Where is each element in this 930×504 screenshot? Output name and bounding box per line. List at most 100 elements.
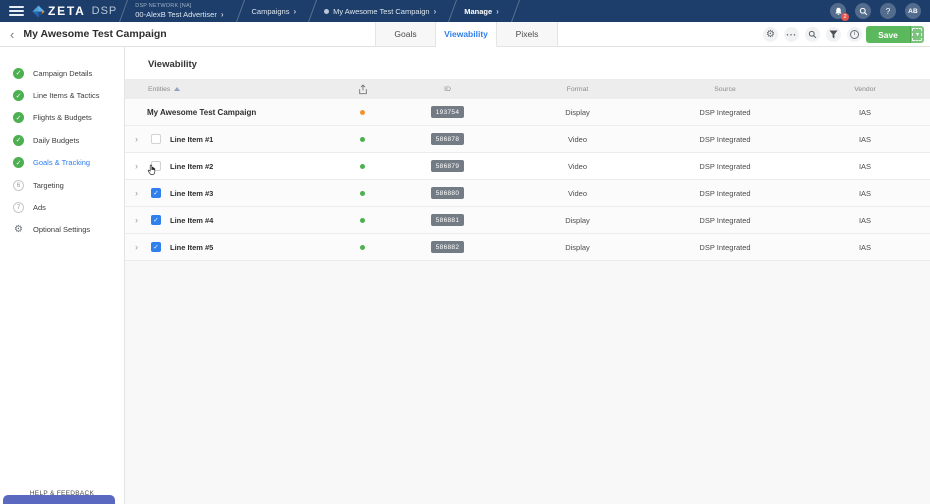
entities-cell: › Line Item #3 (125, 188, 335, 198)
chevron-right-icon: › (496, 7, 499, 16)
chevron-right-icon: › (434, 7, 437, 16)
sidebar-item-label: Line Items & Tactics (33, 91, 100, 100)
settings-button[interactable]: ⚙ (763, 27, 778, 42)
sidebar: Campaign Details Line Items & Tactics Fl… (0, 47, 125, 504)
funnel-icon (829, 30, 838, 39)
table-row[interactable]: › My Awesome Test Campaign 193754 Displa… (125, 99, 930, 126)
breadcrumb-item[interactable]: My Awesome Test Campaign › (312, 0, 452, 22)
table-row[interactable]: › Line Item #4 586881 Display DSP Integr… (125, 207, 930, 234)
id-cell: 586878 (390, 133, 505, 145)
format-cell: Display (505, 243, 650, 252)
entity-name: My Awesome Test Campaign (147, 108, 256, 117)
info-button[interactable]: i (847, 27, 862, 42)
id-badge: 586879 (431, 160, 465, 172)
row-expand-chevron-icon[interactable]: › (135, 134, 144, 144)
sidebar-item[interactable]: 7 Ads (0, 196, 124, 218)
sidebar-item[interactable]: Optional Settings (0, 219, 124, 241)
step-status-icon (13, 224, 24, 235)
topbar-actions: 2 ? AB (830, 3, 930, 19)
status-cell (335, 245, 390, 250)
back-button[interactable]: ‹ (10, 28, 14, 41)
row-checkbox[interactable] (151, 134, 161, 144)
sidebar-item[interactable]: Campaign Details (0, 62, 124, 84)
column-header-source: Source (650, 86, 800, 93)
entity-name: Line Item #4 (170, 216, 213, 225)
sidebar-item[interactable]: 6 Targeting (0, 174, 124, 196)
search-button[interactable] (855, 3, 871, 19)
table-row[interactable]: › Line Item #3 586880 Video DSP Integrat… (125, 180, 930, 207)
sidebar-item[interactable]: Flights & Budgets (0, 107, 124, 129)
entity-name: Line Item #2 (170, 162, 213, 171)
status-dot (360, 218, 365, 223)
table-row[interactable]: › Line Item #5 586882 Display DSP Integr… (125, 234, 930, 261)
table-row[interactable]: › Line Item #2 586879 Video DSP Integrat… (125, 153, 930, 180)
filter-button[interactable] (826, 27, 841, 42)
breadcrumb-network-label: DSP NETWORK [NA] (135, 3, 223, 10)
tab[interactable]: Viewability (436, 22, 497, 47)
source-cell: DSP Integrated (650, 162, 800, 171)
status-cell (335, 110, 390, 115)
row-expand-chevron-icon[interactable]: › (135, 215, 144, 225)
table-row[interactable]: › Line Item #1 586878 Video DSP Integrat… (125, 126, 930, 153)
sidebar-steps: Campaign Details Line Items & Tactics Fl… (0, 47, 124, 241)
breadcrumb-item[interactable]: Campaigns › (240, 0, 313, 22)
format-cell: Display (505, 108, 650, 117)
feedback-toast[interactable] (3, 495, 115, 504)
app-window: ZETA DSP DSP NETWORK [NA] 00-AlexB Test … (0, 0, 930, 504)
row-expand-chevron-icon[interactable]: › (135, 188, 144, 198)
search-table-button[interactable] (805, 27, 820, 42)
user-avatar[interactable]: AB (905, 3, 921, 19)
row-expand-chevron-icon[interactable]: › (135, 242, 144, 252)
tab-label: Viewability (444, 29, 488, 39)
vendor-cell: IAS (800, 216, 930, 225)
more-options-button[interactable]: ··· (784, 27, 799, 42)
breadcrumb-item[interactable]: DSP NETWORK [NA] 00-AlexB Test Advertise… (123, 0, 239, 22)
vendor-cell: IAS (800, 108, 930, 117)
entity-name: Line Item #1 (170, 135, 213, 144)
tab[interactable]: Goals (375, 22, 436, 47)
breadcrumb: DSP NETWORK [NA] 00-AlexB Test Advertise… (123, 0, 516, 22)
status-dot (360, 110, 365, 115)
vendor-cell: IAS (800, 243, 930, 252)
status-cell (335, 137, 390, 142)
chevron-right-icon: › (221, 10, 224, 19)
row-checkbox[interactable] (151, 161, 161, 171)
row-checkbox[interactable] (151, 188, 161, 198)
sidebar-item[interactable]: Line Items & Tactics (0, 84, 124, 106)
row-checkbox[interactable] (151, 242, 161, 252)
step-status-icon: 6 (13, 180, 24, 191)
help-button[interactable]: ? (880, 3, 896, 19)
column-header-vendor: Vendor (800, 86, 930, 93)
column-header-id: ID (390, 86, 505, 93)
status-dot (360, 137, 365, 142)
zeta-diamond-icon (32, 5, 45, 18)
save-dropdown-button[interactable]: ▾ (910, 26, 924, 43)
sidebar-item-label: Targeting (33, 181, 64, 190)
row-expand-chevron-icon[interactable]: › (135, 161, 144, 171)
format-cell: Video (505, 135, 650, 144)
search-icon (859, 7, 868, 16)
info-icon: i (850, 30, 859, 39)
save-button[interactable]: Save (866, 26, 910, 43)
format-cell: Video (505, 189, 650, 198)
breadcrumb-label: Manage (464, 7, 492, 16)
row-checkbox[interactable] (151, 215, 161, 225)
search-icon (808, 30, 817, 39)
notifications-button[interactable]: 2 (830, 3, 846, 19)
sidebar-item[interactable]: Goals & Tracking (0, 152, 124, 174)
id-cell: 193754 (390, 106, 505, 118)
hamburger-menu-icon[interactable] (9, 6, 24, 16)
column-header-entities[interactable]: Entities (125, 86, 335, 93)
tab[interactable]: Pixels (497, 22, 558, 47)
id-badge: 586881 (431, 214, 465, 226)
table-header: Entities ID Format Source Vendor (125, 79, 930, 99)
entities-cell: › Line Item #1 (125, 134, 335, 144)
sidebar-item[interactable]: Daily Budgets (0, 129, 124, 151)
export-button[interactable] (335, 84, 390, 95)
zeta-dsp-logo[interactable]: ZETA DSP (32, 4, 117, 18)
breadcrumb-item[interactable]: Manage › (452, 0, 515, 22)
save-split-button: Save ▾ (866, 26, 924, 43)
id-cell: 586881 (390, 214, 505, 226)
entities-header-label: Entities (148, 86, 170, 93)
status-cell (335, 164, 390, 169)
